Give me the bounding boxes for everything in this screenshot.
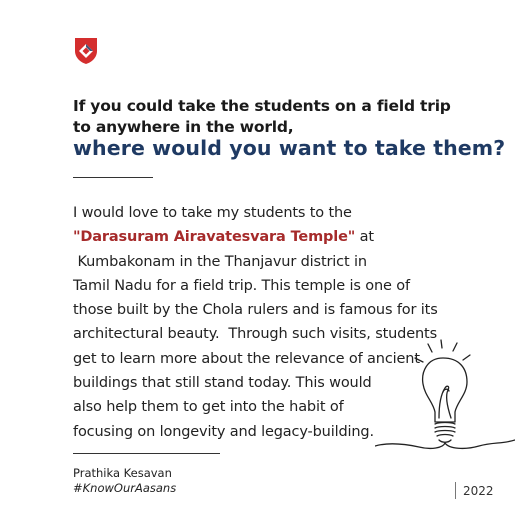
answer-line: "Darasuram Airavatesvara Temple" at xyxy=(73,225,493,249)
divider-top xyxy=(73,177,153,178)
divider-bottom xyxy=(73,453,220,454)
lightbulb-icon xyxy=(375,339,515,450)
answer-line: those built by the Chola rulers and is f… xyxy=(73,302,438,319)
question-highlight: where would you want to take them? xyxy=(73,136,506,160)
answer-line: Tamil Nadu for a field trip. This temple… xyxy=(73,277,410,294)
year-divider xyxy=(455,482,456,499)
shield-logo xyxy=(75,38,97,64)
question-line-1: If you could take the students on a fiel… xyxy=(73,97,451,115)
author-name: Prathika Kesavan xyxy=(73,466,172,480)
question-text: If you could take the students on a fiel… xyxy=(73,96,493,138)
hashtag: #KnowOurAasans xyxy=(73,481,177,495)
answer-line: I would love to take my students to the xyxy=(73,205,352,221)
temple-name-highlight: "Darasuram Airavatesvara Temple" xyxy=(73,229,356,246)
answer-fragment: at xyxy=(355,229,374,246)
answer-line: Kumbakonam in the Thanjavur district in xyxy=(73,253,367,270)
year-label: 2022 xyxy=(463,484,494,498)
question-line-2: to anywhere in the world, xyxy=(73,118,294,136)
